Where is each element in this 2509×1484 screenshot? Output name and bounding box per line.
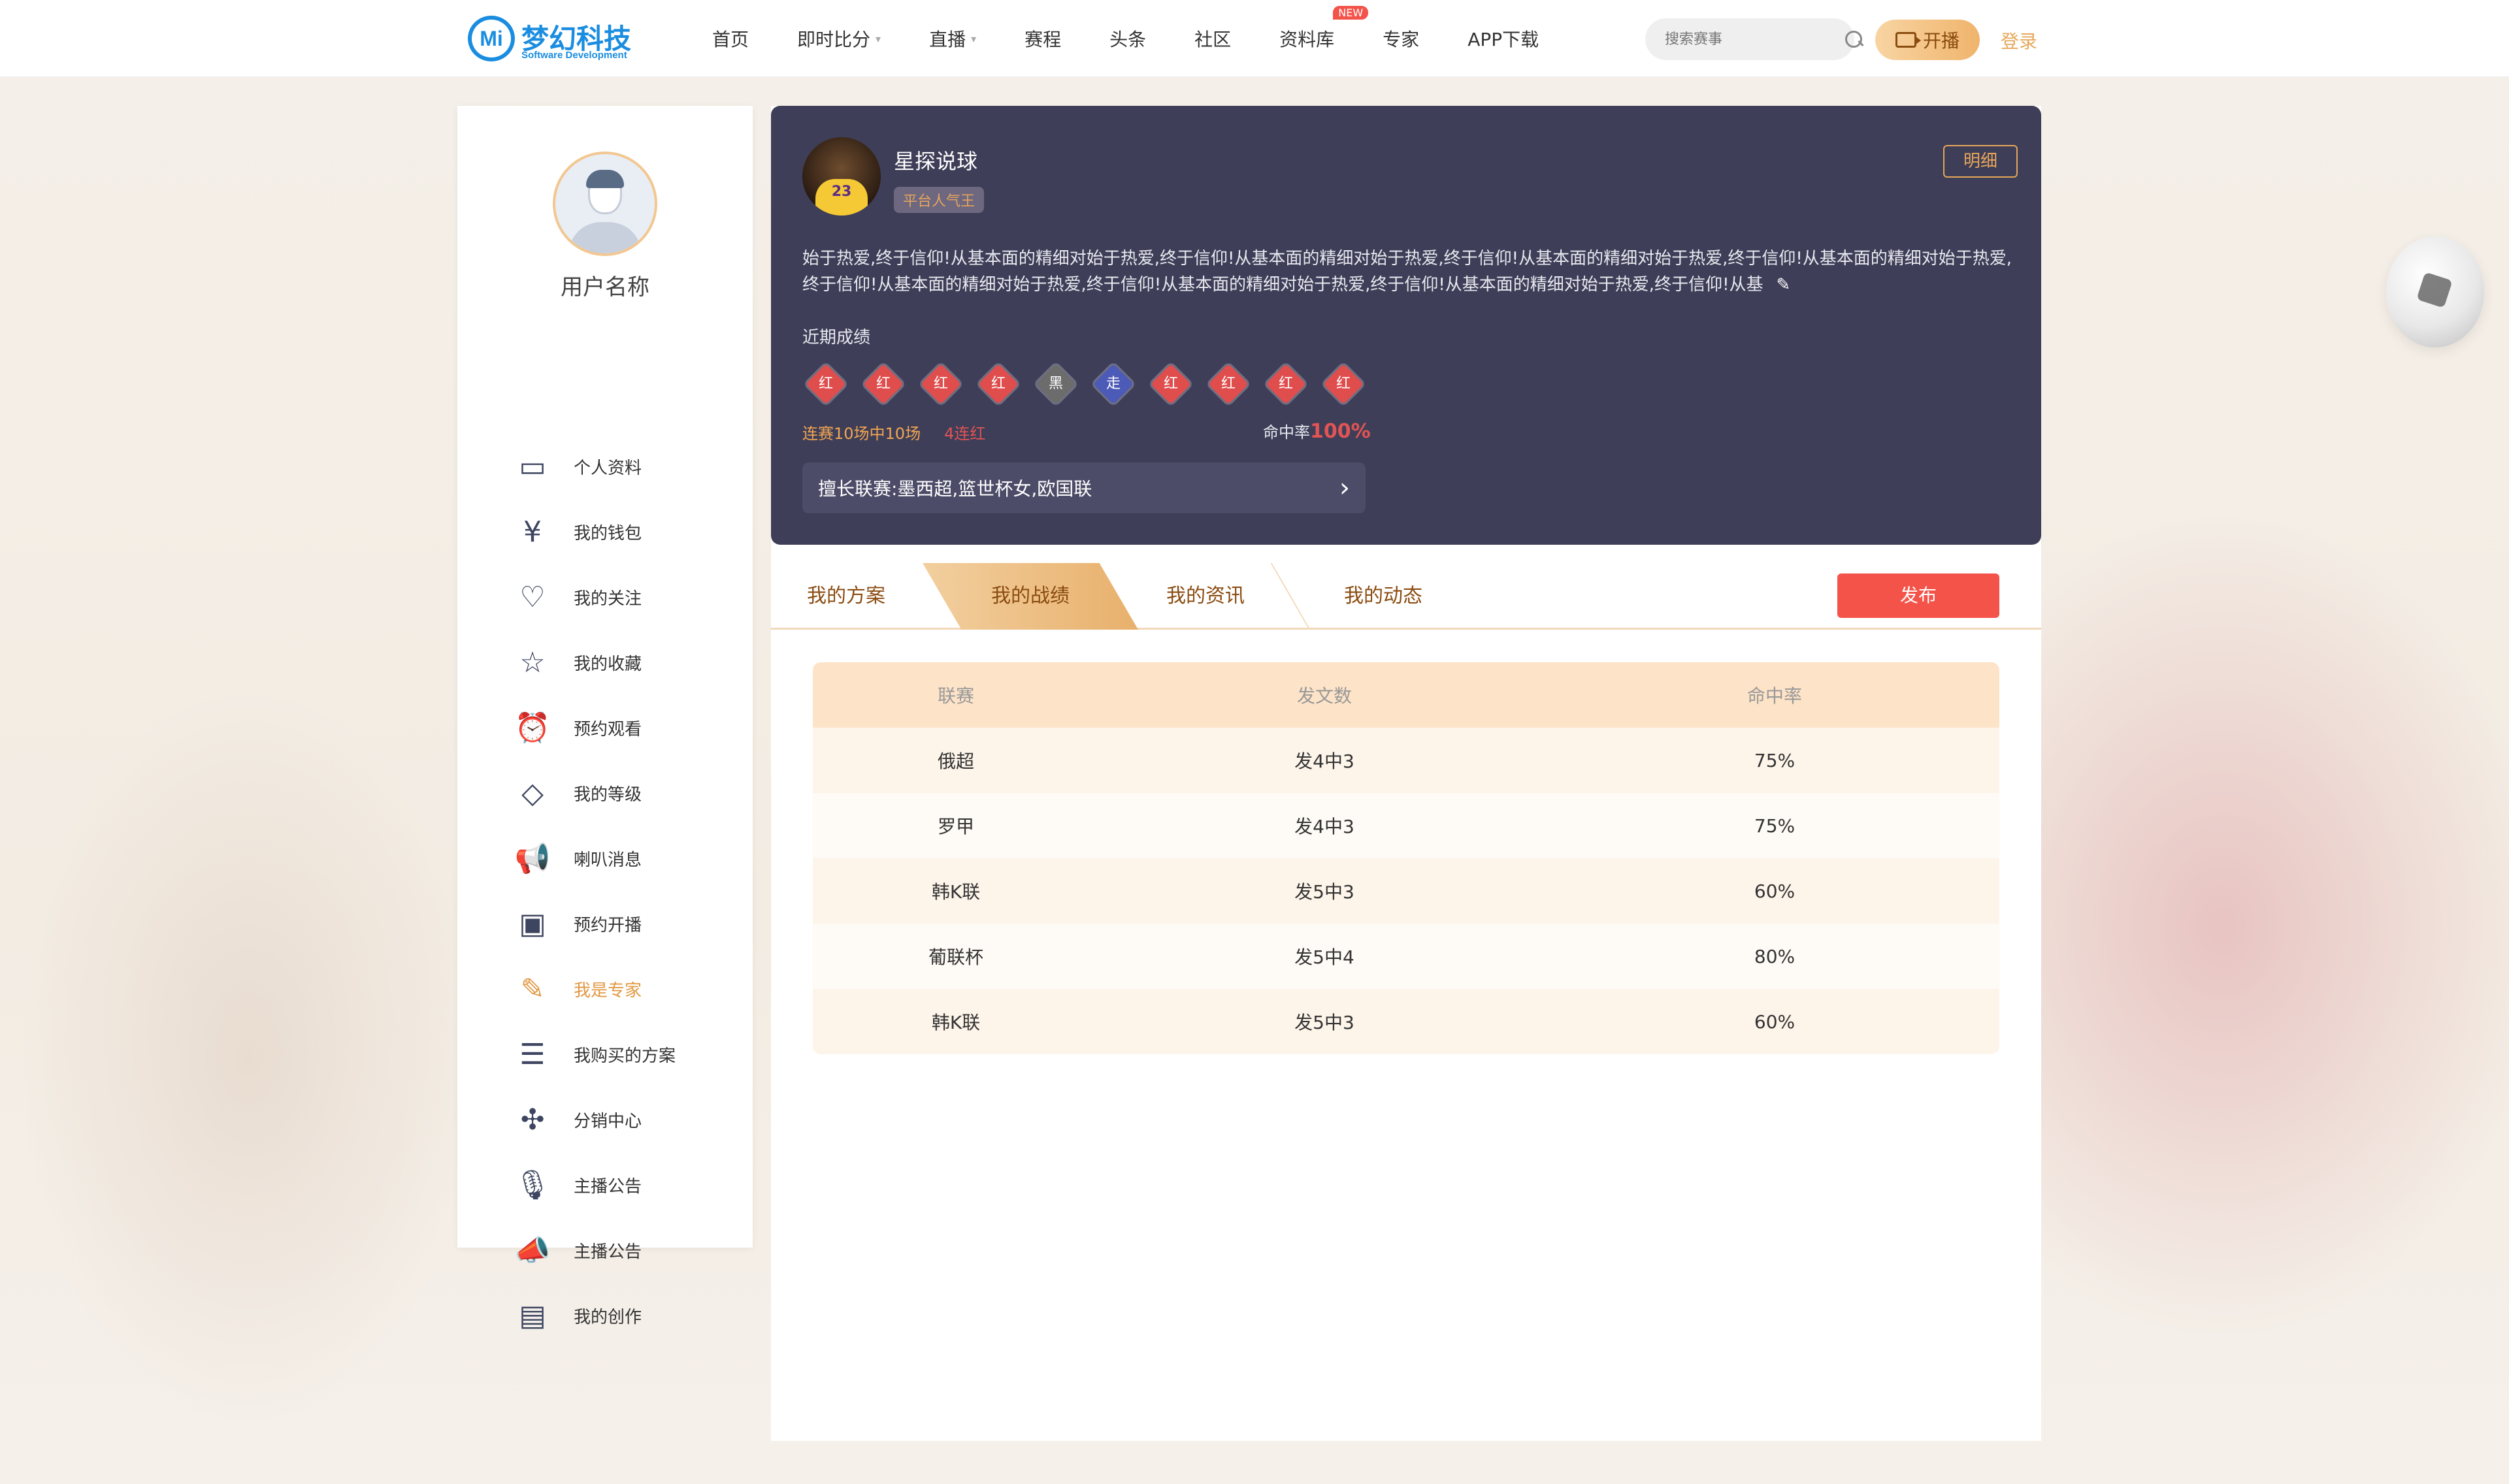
hit-rate-value: 100%: [1310, 420, 1371, 443]
alarm-icon: ⏰: [514, 711, 551, 745]
sidebar-item-distribution[interactable]: ✣ 分销中心: [457, 1087, 753, 1152]
username: 用户名称: [561, 274, 649, 300]
video-camera-icon: [1895, 32, 1921, 48]
main-content: 23 星探说球 平台人气王 明细 始于热爱,终于信仰!从基本面的精细对始于热爱,…: [771, 106, 2041, 1441]
document-icon: ☰: [519, 1037, 546, 1071]
search-box: [1645, 18, 1862, 60]
megaphone-icon: 📢: [514, 842, 551, 875]
sidebar-menu: ▭ 个人资料 ¥ 我的钱包 ♡ 我的关注 ☆ 我的收藏 ⏰ 预约观看 ◇ 我的等级 📢 喇叭消…: [457, 434, 753, 1348]
sidebar-item-expert[interactable]: ✎ 我是专家: [457, 956, 753, 1022]
logo[interactable]: Mi 梦幻科技 Software Development: [468, 16, 631, 61]
nav-item-experts[interactable]: 专家: [1383, 25, 1419, 52]
sidebar-item-reserve-live[interactable]: ▣ 预约开播: [457, 891, 753, 956]
id-card-icon: ▭: [519, 449, 546, 483]
chevron-down-icon: ▾: [876, 32, 881, 45]
expert-bio: 始于热爱,终于信仰!从基本面的精细对始于热爱,终于信仰!从基本面的精细对始于热爱…: [802, 246, 2018, 298]
nav-item-app-download[interactable]: APP下载: [1468, 25, 1539, 52]
expert-profile-card: 23 星探说球 平台人气王 明细 始于热爱,终于信仰!从基本面的精细对始于热爱,…: [771, 106, 2041, 545]
result-badge: 红: [1322, 363, 1364, 405]
heart-icon: ♡: [519, 580, 546, 614]
tab-my-activity[interactable]: 我的动态: [1275, 563, 1491, 630]
nav-item-schedule[interactable]: 赛程: [1025, 25, 1061, 52]
logo-mark: Mi: [468, 16, 515, 61]
new-badge: NEW: [1333, 6, 1369, 20]
nav-item-community[interactable]: 社区: [1194, 25, 1231, 52]
sidebar-item-anchor-notice[interactable]: 🎙 主播公告: [457, 1152, 753, 1218]
tab-my-plans[interactable]: 我的方案: [771, 563, 921, 630]
result-badge: 红: [805, 363, 847, 405]
sidebar-item-horn-messages[interactable]: 📢 喇叭消息: [457, 826, 753, 891]
table-row: 韩K联 发5中3 60%: [813, 858, 1999, 924]
user-sidebar: 用户名称 ▭ 个人资料 ¥ 我的钱包 ♡ 我的关注 ☆ 我的收藏 ⏰ 预约观看 ◇ 我的等级…: [457, 106, 753, 1332]
star-icon: ☆: [519, 645, 546, 679]
microphone-icon: 🎙: [514, 1169, 551, 1202]
diamond-icon: ◇: [521, 776, 544, 810]
record-table: 联赛 发文数 命中率 俄超 发4中3 75% 罗甲 发4中3 75% 韩K联 发…: [813, 662, 1999, 1054]
loudspeaker-icon: 📣: [514, 1234, 551, 1267]
image-icon: ▤: [519, 1298, 546, 1332]
detail-button[interactable]: 明细: [1943, 145, 2018, 178]
avatar[interactable]: [553, 152, 657, 256]
streak-stats: 连赛10场中10场 4连红: [802, 425, 986, 443]
table-row: 韩K联 发5中3 60%: [813, 989, 1999, 1054]
nav-item-headlines[interactable]: 头条: [1109, 25, 1146, 52]
nav-item-live-score[interactable]: 即时比分 ▾: [797, 25, 881, 52]
start-live-button[interactable]: 开播: [1875, 20, 1980, 60]
hit-rate: 命中率100%: [1263, 420, 1371, 443]
chevron-right-icon: ›: [1339, 473, 1350, 503]
result-badge: 红: [862, 363, 904, 405]
streak-count: 4连红: [944, 425, 986, 443]
sidebar-item-level[interactable]: ◇ 我的等级: [457, 760, 753, 826]
search-input[interactable]: [1665, 31, 1844, 48]
table-row: 俄超 发4中3 75%: [813, 728, 1999, 793]
nav-item-database[interactable]: 资料库 NEW: [1279, 6, 1369, 52]
sidebar-item-reserved-viewing[interactable]: ⏰ 预约观看: [457, 695, 753, 760]
chevron-down-icon: ▾: [971, 32, 977, 45]
column-header-hit-rate: 命中率: [1746, 685, 1802, 707]
column-header-posts: 发文数: [1296, 685, 1352, 707]
recent-results: 红 红 红 红 黑 走 红 红 红 红: [805, 363, 1364, 405]
column-header-league: 联赛: [937, 685, 974, 707]
wallet-icon: ¥: [523, 515, 542, 549]
result-badge: 红: [1265, 363, 1307, 405]
result-badge: 红: [1207, 363, 1249, 405]
result-badge: 红: [977, 363, 1019, 405]
sidebar-item-wallet[interactable]: ¥ 我的钱包: [457, 499, 753, 564]
network-icon: ✣: [520, 1103, 545, 1137]
sidebar-item-profile[interactable]: ▭ 个人资料: [457, 434, 753, 499]
sidebar-item-my-creations[interactable]: ▤ 我的创作: [457, 1283, 753, 1348]
sidebar-item-following[interactable]: ♡ 我的关注: [457, 564, 753, 630]
table-header: 联赛 发文数 命中率: [813, 662, 1999, 728]
expert-avatar[interactable]: 23: [802, 137, 881, 216]
expert-leagues-bar[interactable]: 擅长联赛:墨西超,篮世杯女,欧国联 ›: [802, 462, 1366, 513]
expert-name: 星探说球: [894, 149, 978, 174]
result-badge: 红: [1150, 363, 1192, 405]
expert-icon: ✎: [520, 972, 545, 1006]
main-nav: 首页 即时比分 ▾ 直播 ▾ 赛程 头条 社区 资料库 NEW 专家 APP下载: [712, 0, 1587, 77]
soccer-ball-decoration: [2386, 236, 2484, 347]
logo-subtitle: Software Development: [521, 50, 627, 61]
nav-item-live[interactable]: 直播 ▾: [929, 25, 976, 52]
top-navigation-bar: Mi 梦幻科技 Software Development 首页 即时比分 ▾ 直播…: [0, 0, 2509, 77]
table-row: 罗甲 发4中3 75%: [813, 793, 1999, 858]
sidebar-item-purchased-plans[interactable]: ☰ 我购买的方案: [457, 1022, 753, 1087]
camera-icon: ▣: [519, 907, 546, 941]
publish-button[interactable]: 发布: [1837, 573, 1999, 618]
sidebar-item-anchor-notice-2[interactable]: 📣 主播公告: [457, 1218, 753, 1283]
nav-item-home[interactable]: 首页: [712, 25, 749, 52]
result-badge: 红: [920, 363, 962, 405]
login-link[interactable]: 登录: [2001, 27, 2037, 54]
recent-results-label: 近期成绩: [802, 328, 871, 347]
result-badge: 走: [1092, 363, 1134, 405]
table-row: 葡联杯 发5中4 80%: [813, 924, 1999, 989]
edit-pencil-icon[interactable]: ✎: [1777, 272, 1791, 298]
result-badge: 黑: [1035, 363, 1077, 405]
sidebar-item-favorites[interactable]: ☆ 我的收藏: [457, 630, 753, 695]
jersey-number: 23: [815, 179, 868, 216]
expert-tag: 平台人气王: [894, 187, 985, 213]
